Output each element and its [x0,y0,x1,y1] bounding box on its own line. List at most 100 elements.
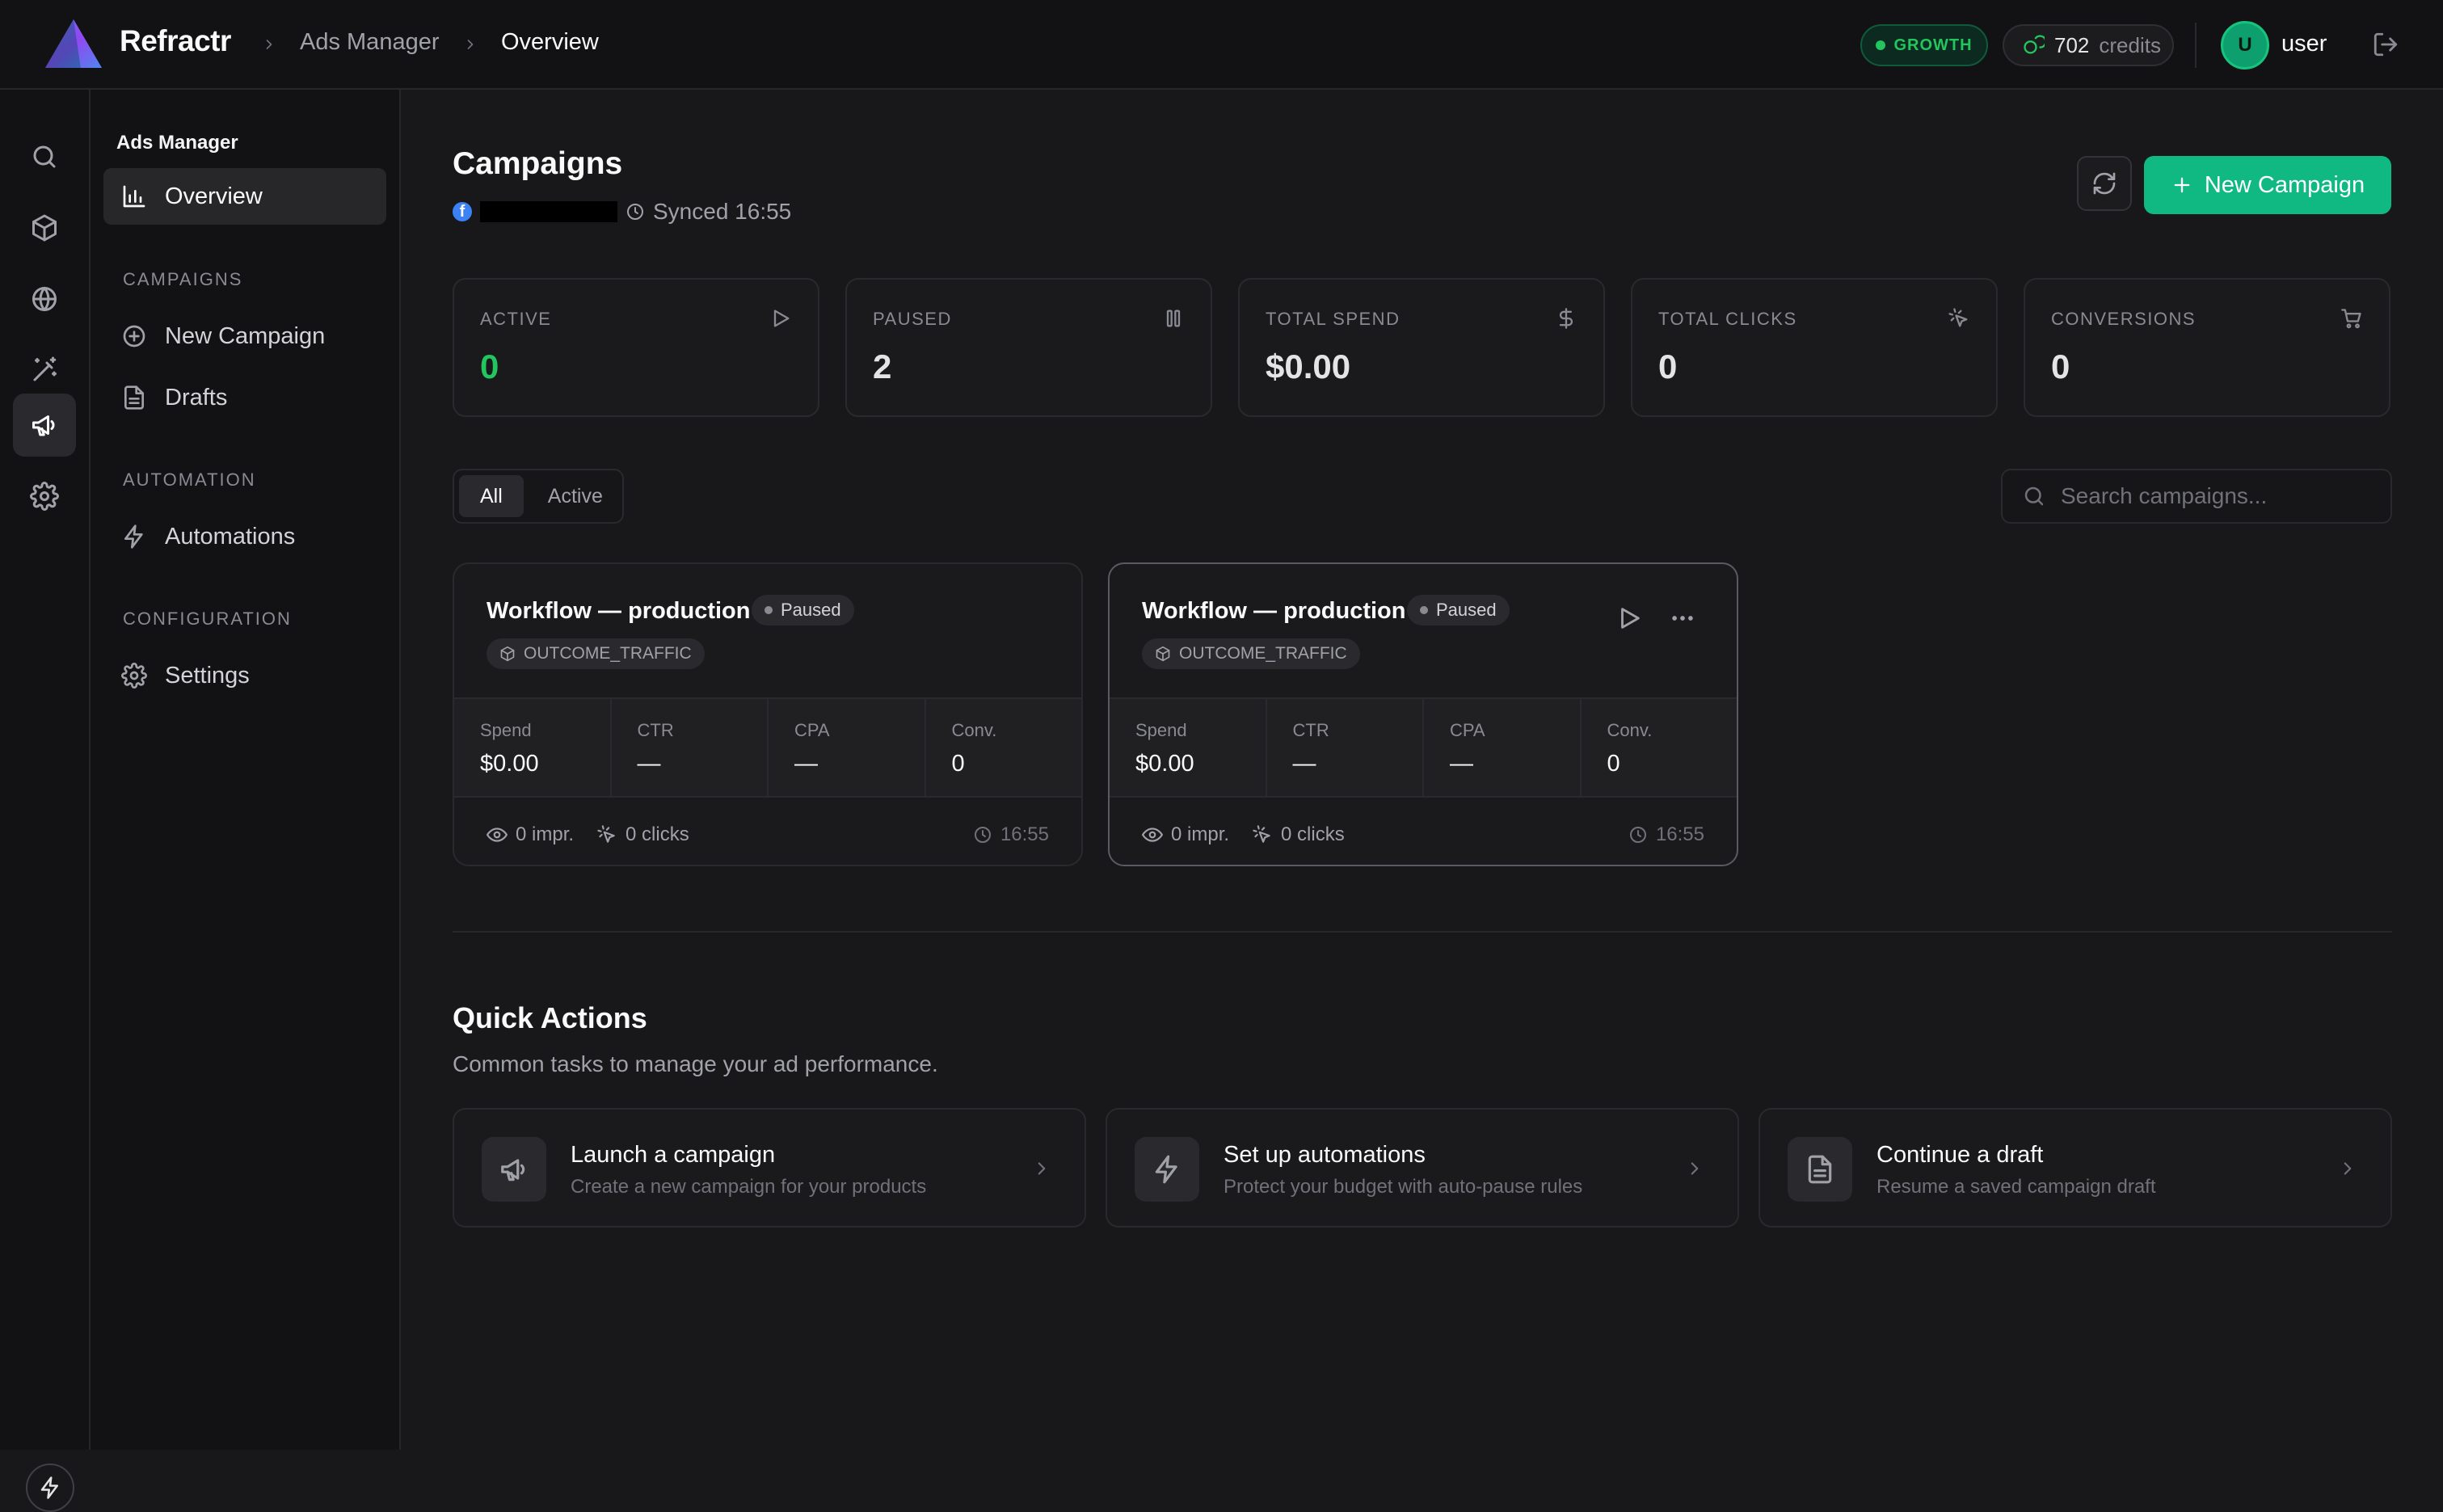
sidebar-item-settings[interactable]: Settings [103,647,386,704]
stat-card-total-spend: TOTAL SPEND $0.00 [1238,278,1605,417]
header-divider [2195,23,2197,68]
bar-chart-icon [121,183,147,209]
package-icon [30,213,59,242]
metric-label: CPA [794,720,830,740]
avatar[interactable]: U [2221,21,2269,69]
updated-time: 16:55 [1628,823,1704,846]
plus-icon [2171,174,2193,196]
status-dot [1876,40,1886,50]
search-input[interactable] [2061,483,2368,509]
breadcrumb-ads-manager[interactable]: Ads Manager [300,29,440,56]
status-label: Paused [781,600,841,620]
breadcrumb-overview: Overview [501,29,599,55]
metric-label: CTR [1292,720,1329,740]
redacted-account-name [480,201,617,222]
status-badge: Paused [1407,595,1510,625]
objective-label: OUTCOME_TRAFFIC [524,644,692,663]
document-icon [121,385,147,411]
quick-action-name: Continue a draft [1876,1142,2044,1168]
clicks-count: 0 clicks [625,823,689,845]
metric-spend: Spend $0.00 [1110,699,1267,796]
campaign-actions [1615,604,1696,632]
globe-icon [30,284,59,314]
pointer-click-icon [1948,307,1970,330]
play-icon[interactable] [1615,604,1643,632]
metric-label: Spend [1135,720,1187,740]
status-badge: Paused [752,595,854,625]
main-content: Campaigns f Synced 16:55 New Campaign AC… [402,90,2443,1450]
time-value: 16:55 [1000,823,1049,845]
metric-label: Spend [480,720,532,740]
rail-magic[interactable] [13,339,76,402]
tab-active[interactable]: Active [527,475,624,517]
tab-all[interactable]: All [459,475,524,517]
brand-name[interactable]: Refractr [120,24,231,58]
credits-badge[interactable]: 702 credits [2003,24,2174,66]
plan-badge[interactable]: GROWTH [1860,24,1988,66]
quick-action-launch-campaign[interactable]: Launch a campaign Create a new campaign … [453,1108,1086,1228]
document-icon [1805,1154,1835,1185]
impressions: 0 impr. [1142,823,1229,846]
quick-action-icon-box [1135,1137,1199,1202]
campaign-footer: 0 impr. 0 clicks 16:55 [486,821,1049,849]
clicks: 0 clicks [596,823,689,846]
stat-label: PAUSED [873,309,952,329]
refractr-logo-icon[interactable] [44,18,103,69]
search-icon [2022,484,2046,508]
rail-products[interactable] [13,196,76,259]
quick-action-set-up-automations[interactable]: Set up automations Protect your budget w… [1106,1108,1739,1228]
more-horizontal-icon[interactable] [1669,604,1696,632]
sidebar-item-automations[interactable]: Automations [103,508,386,565]
time-value: 16:55 [1655,823,1704,845]
metric-value: — [794,751,818,777]
sidebar-item-label: Drafts [165,384,228,411]
campaign-metrics: Spend $0.00 CTR — CPA — Conv. 0 [1110,697,1737,798]
quick-action-desc: Protect your budget with auto-pause rule… [1224,1176,1583,1198]
new-campaign-button[interactable]: New Campaign [2144,156,2391,214]
metric-value: — [1292,751,1316,777]
sidebar-item-drafts[interactable]: Drafts [103,369,386,426]
status-dot [764,606,773,614]
logout-icon[interactable] [2372,31,2399,58]
metric-label: CTR [637,720,674,740]
stat-card-total-clicks: TOTAL CLICKS 0 [1631,278,1998,417]
plan-label: GROWTH [1893,36,1973,54]
metric-ctr: CTR — [612,699,769,796]
metric-label: Conv. [1607,720,1653,740]
campaign-footer: 0 impr. 0 clicks 16:55 [1142,821,1704,849]
megaphone-icon [30,411,59,440]
campaign-card[interactable]: Workflow — production Paused OUTCOME_TRA… [1108,562,1738,866]
rail-settings[interactable] [13,465,76,528]
impressions: 0 impr. [486,823,574,846]
stat-value: 0 [480,347,499,385]
status-dot [1420,606,1428,614]
rail-ads-manager[interactable] [13,394,76,457]
metric-value: — [1450,751,1473,777]
search-box[interactable] [2001,469,2392,524]
metric-ctr: CTR — [1267,699,1424,796]
campaign-card[interactable]: Workflow — production Paused OUTCOME_TRA… [453,562,1083,866]
synced-time: Synced 16:55 [653,199,792,224]
sidebar-item-new-campaign[interactable]: New Campaign [103,308,386,364]
nav-section-automation: AUTOMATION [123,470,256,490]
sidebar-item-overview[interactable]: Overview [103,168,386,225]
rail-quick-action[interactable] [26,1464,74,1512]
gear-icon [121,663,147,689]
campaign-filter-tabs: All Active [453,469,624,524]
quick-action-desc: Create a new campaign for your products [571,1176,927,1198]
rail-search[interactable] [13,125,76,188]
clicks-count: 0 clicks [1281,823,1345,845]
nav-section-campaigns: CAMPAIGNS [123,269,243,289]
quick-action-continue-draft[interactable]: Continue a draft Resume a saved campaign… [1759,1108,2392,1228]
sidebar-item-label: Settings [165,662,250,689]
credits-label: credits [2099,32,2161,57]
username[interactable]: user [2281,31,2327,57]
rail-web[interactable] [13,267,76,331]
metric-conv: Conv. 0 [1582,699,1737,796]
section-divider [453,931,2392,933]
chevron-right-icon [1031,1158,1052,1179]
metric-value: $0.00 [480,751,539,777]
stat-label: TOTAL CLICKS [1658,309,1797,329]
search-icon [30,142,59,171]
refresh-button[interactable] [2077,156,2132,211]
